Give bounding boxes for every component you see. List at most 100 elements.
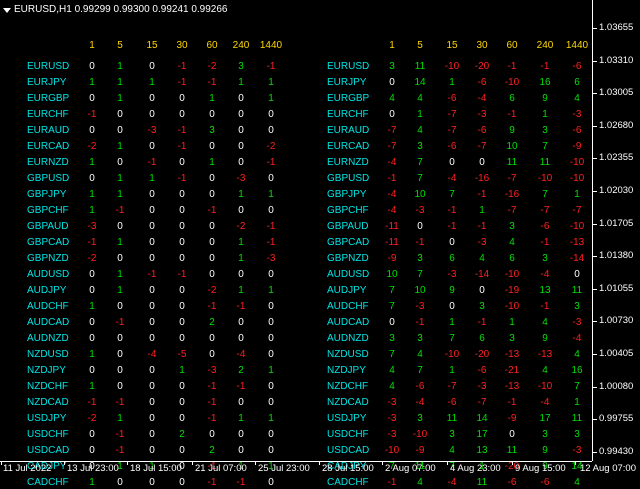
symbol-quote-text: EURUSD,H1 0.99299 0.99300 0.99241 0.9926… <box>14 4 228 15</box>
left-row-value: 1 <box>238 253 244 264</box>
left-row-symbol: GBPCHF <box>27 205 69 216</box>
right-row-value: 7 <box>389 285 395 296</box>
left-row-value: 1 <box>268 365 274 376</box>
left-row-symbol: EURNZD <box>27 157 69 168</box>
right-row-value: 3 <box>509 333 515 344</box>
right-row-value: 0 <box>479 157 485 168</box>
left-row-value: -2 <box>207 61 217 72</box>
right-row-value: 3 <box>479 301 485 312</box>
left-row-symbol: GBPUSD <box>27 173 70 184</box>
left-row-value: -2 <box>236 221 246 232</box>
dropdown-triangle-icon[interactable] <box>3 7 11 13</box>
left-row-value: 0 <box>89 125 95 136</box>
left-row-symbol: EURAUD <box>27 125 70 136</box>
right-row-symbol: USDJPY <box>327 413 367 424</box>
left-row-value: -1 <box>147 157 157 168</box>
left-row-value: -1 <box>87 397 97 408</box>
left-row-value: 0 <box>179 157 185 168</box>
left-row-value: -1 <box>177 269 187 280</box>
left-row-value: -1 <box>207 301 217 312</box>
time-label: 11 Jul 2022 <box>3 463 52 474</box>
left-row-value: 1 <box>117 413 123 424</box>
right-row-value: -10 <box>504 77 520 88</box>
right-row-value: 11 <box>446 413 458 424</box>
right-row-value: -1 <box>540 301 550 312</box>
left-row-value: 0 <box>209 269 215 280</box>
right-row-value: 4 <box>509 237 515 248</box>
right-row-value: 1 <box>479 205 485 216</box>
left-row-value: 0 <box>179 317 185 328</box>
left-row-value: 0 <box>268 397 274 408</box>
right-row-value: -3 <box>387 429 397 440</box>
right-row-value: 7 <box>389 349 395 360</box>
right-row-value: 11 <box>414 61 426 72</box>
left-row-value: 0 <box>89 61 95 72</box>
right-row-symbol: USDCHF <box>327 429 369 440</box>
right-row-value: -10 <box>569 221 585 232</box>
right-row-value: -10 <box>569 157 585 168</box>
right-row-value: 6 <box>509 93 515 104</box>
right-row-value: -6 <box>415 381 425 392</box>
right-row-value: 6 <box>574 77 580 88</box>
left-row-value: 1 <box>268 189 274 200</box>
left-row-value: 0 <box>117 253 123 264</box>
left-row-value: -1 <box>177 77 187 88</box>
left-row-value: 0 <box>149 189 155 200</box>
time-label: 4 Aug 23:00 <box>450 463 501 474</box>
right-row-value: -3 <box>415 205 425 216</box>
price-tick <box>592 289 597 290</box>
left-row-value: -1 <box>266 237 276 248</box>
right-row-value: -11 <box>385 237 399 248</box>
left-row-value: 0 <box>179 205 185 216</box>
left-row-value: 0 <box>179 109 185 120</box>
left-row-value: -3 <box>236 173 246 184</box>
left-row-value: 0 <box>209 333 215 344</box>
right-row-value: -7 <box>507 205 517 216</box>
right-row-symbol: EURJPY <box>327 77 367 88</box>
left-row-value: 0 <box>238 317 244 328</box>
left-row-value: 1 <box>268 413 274 424</box>
left-row-value: 1 <box>238 189 244 200</box>
left-row-value: 0 <box>149 445 155 456</box>
right-row-symbol: NZDCHF <box>327 381 369 392</box>
left-row-value: 1 <box>117 173 123 184</box>
left-row-value: 0 <box>238 125 244 136</box>
right-row-value: -7 <box>447 125 457 136</box>
right-row-value: -1 <box>447 221 457 232</box>
right-row-value: -6 <box>477 77 487 88</box>
left-row-value: 0 <box>238 93 244 104</box>
left-row-value: 3 <box>238 61 244 72</box>
left-row-value: 0 <box>117 333 123 344</box>
left-row-value: 3 <box>209 125 215 136</box>
right-row-symbol: USDCAD <box>327 445 370 456</box>
right-row-value: 7 <box>574 381 580 392</box>
left-row-value: 0 <box>149 429 155 440</box>
left-row-value: 0 <box>117 301 123 312</box>
left-row-value: -2 <box>87 253 97 264</box>
left-row-value: 1 <box>209 157 215 168</box>
price-tick <box>592 191 597 192</box>
left-row-symbol: NZDJPY <box>27 365 66 376</box>
right-row-value: 0 <box>389 77 395 88</box>
left-row-value: 0 <box>268 349 274 360</box>
left-row-value: 0 <box>149 61 155 72</box>
left-row-value: -1 <box>115 317 125 328</box>
right-row-value: -14 <box>474 269 490 280</box>
right-row-value: 7 <box>449 189 455 200</box>
left-row-value: 0 <box>268 333 274 344</box>
right-row-value: -10 <box>504 269 520 280</box>
left-row-value: 0 <box>117 381 123 392</box>
left-row-value: 0 <box>209 429 215 440</box>
price-label: 0.99755 <box>599 413 634 424</box>
left-row-value: 1 <box>89 189 95 200</box>
right-row-value: -3 <box>415 301 425 312</box>
right-row-value: -6 <box>572 125 582 136</box>
right-row-value: -9 <box>572 141 582 152</box>
right-row-value: 3 <box>417 333 423 344</box>
right-row-value: 1 <box>542 109 548 120</box>
left-row-value: 0 <box>149 397 155 408</box>
right-row-value: 7 <box>449 333 455 344</box>
price-tick <box>592 61 597 62</box>
left-row-value: -1 <box>266 157 276 168</box>
left-row-value: -3 <box>266 253 276 264</box>
